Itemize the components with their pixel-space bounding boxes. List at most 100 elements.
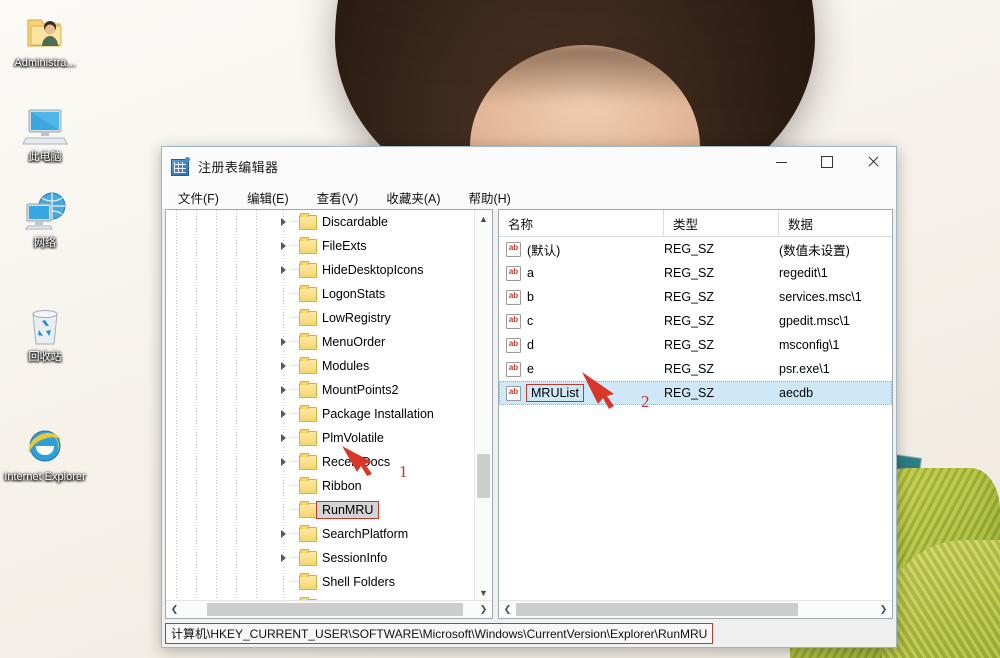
tree-item-package-installation[interactable]: Package Installation xyxy=(166,402,475,426)
tree-expand-toggle[interactable] xyxy=(276,354,290,378)
tree-item-hidedesktopicons[interactable]: HideDesktopIcons xyxy=(166,258,475,282)
tree-item-recentdocs[interactable]: RecentDocs xyxy=(166,450,475,474)
menu-file[interactable]: 文件(F) xyxy=(175,186,222,209)
folder-icon xyxy=(299,239,317,254)
value-type: REG_SZ xyxy=(664,338,779,352)
scroll-right-icon[interactable]: ❯ xyxy=(875,601,892,618)
tree-expand-toggle[interactable] xyxy=(276,234,290,258)
tree-item-label: FileExts xyxy=(322,239,366,253)
tree-item-label: PlmVolatile xyxy=(322,431,384,445)
table-row[interactable]: abaREG_SZregedit\1 xyxy=(499,261,892,285)
folder-icon xyxy=(299,479,317,494)
value-type: REG_SZ xyxy=(664,266,779,280)
scroll-left-icon[interactable]: ❮ xyxy=(499,601,516,618)
folder-icon xyxy=(299,575,317,590)
computer-icon xyxy=(2,100,88,148)
value-type: REG_SZ xyxy=(664,362,779,376)
value-data: psr.exe\1 xyxy=(779,362,892,376)
column-header-name[interactable]: 名称 xyxy=(499,210,664,236)
tree-expand-toggle[interactable] xyxy=(276,546,290,570)
tree-item-label: LogonStats xyxy=(322,287,385,301)
scroll-down-icon[interactable]: ▼ xyxy=(475,584,492,601)
close-button[interactable] xyxy=(850,147,896,177)
tree-item-menuorder[interactable]: MenuOrder xyxy=(166,330,475,354)
table-row[interactable]: abbREG_SZservices.msc\1 xyxy=(499,285,892,309)
tree-item-label: SearchPlatform xyxy=(322,527,408,541)
tree-item-searchplatform[interactable]: SearchPlatform xyxy=(166,522,475,546)
tree-expand-toggle[interactable] xyxy=(276,522,290,546)
menu-bar: 文件(F) 编辑(E) 查看(V) 收藏夹(A) 帮助(H) xyxy=(162,185,896,209)
tree-item-label: Modules xyxy=(322,359,369,373)
table-row[interactable]: ab(默认)REG_SZ(数值未设置) xyxy=(499,237,892,261)
tree-connector xyxy=(291,461,298,462)
tree-item-modules[interactable]: Modules xyxy=(166,354,475,378)
tree-connector xyxy=(291,221,298,222)
folder-icon xyxy=(299,359,317,374)
tree-item-logonstats[interactable]: LogonStats xyxy=(166,282,475,306)
folder-icon xyxy=(299,527,317,542)
maximize-button[interactable] xyxy=(804,147,850,177)
minimize-button[interactable] xyxy=(758,147,804,177)
table-row[interactable]: abeREG_SZpsr.exe\1 xyxy=(499,357,892,381)
chevron-right-icon xyxy=(281,554,286,562)
tree-connector xyxy=(291,485,298,486)
column-header-data[interactable]: 数据 xyxy=(779,210,892,236)
table-row[interactable]: abdREG_SZmsconfig\1 xyxy=(499,333,892,357)
chevron-right-icon xyxy=(281,434,286,442)
registry-values-list[interactable]: 名称 类型 数据 ab(默认)REG_SZ(数值未设置)abaREG_SZreg… xyxy=(499,210,892,601)
list-horizontal-scrollbar[interactable]: ❮ ❯ xyxy=(499,600,892,618)
desktop-icon-this-pc[interactable]: 此电脑 xyxy=(2,100,88,164)
tree-item-ribbon[interactable]: Ribbon xyxy=(166,474,475,498)
chevron-right-icon xyxy=(281,266,286,274)
folder-icon xyxy=(299,263,317,278)
desktop-icon-network[interactable]: 网络 xyxy=(2,186,88,250)
tree-item-label: RunMRU xyxy=(317,502,378,518)
maximize-icon xyxy=(821,156,833,168)
table-row[interactable]: abcREG_SZgpedit.msc\1 xyxy=(499,309,892,333)
tree-expand-toggle[interactable] xyxy=(276,330,290,354)
tree-expand-toggle[interactable] xyxy=(276,210,290,234)
tree-item-label: SessionInfo xyxy=(322,551,387,565)
folder-icon xyxy=(299,383,317,398)
tree-expand-toggle[interactable] xyxy=(276,378,290,402)
chevron-right-icon xyxy=(281,362,286,370)
tree-item-shell-folders[interactable]: Shell Folders xyxy=(166,570,475,594)
tree-item-fileexts[interactable]: FileExts xyxy=(166,234,475,258)
desktop-icon-recycle-bin[interactable]: 回收站 xyxy=(2,300,88,364)
tree-connector xyxy=(291,509,298,510)
tree-expand-toggle[interactable] xyxy=(276,426,290,450)
tree-expand-toggle[interactable] xyxy=(276,258,290,282)
tree-hscroll-thumb[interactable] xyxy=(207,603,463,616)
tree-item-sessioninfo[interactable]: SessionInfo xyxy=(166,546,475,570)
tree-item-mountpoints2[interactable]: MountPoints2 xyxy=(166,378,475,402)
column-header-type[interactable]: 类型 xyxy=(664,210,779,236)
tree-horizontal-scrollbar[interactable]: ❮ ❯ xyxy=(166,600,492,618)
value-name: c xyxy=(527,314,533,328)
menu-edit[interactable]: 编辑(E) xyxy=(244,186,292,209)
scroll-right-icon[interactable]: ❯ xyxy=(475,601,492,618)
folder-icon xyxy=(299,215,317,230)
desktop-icon-internet-explorer[interactable]: Internet Explorer xyxy=(2,420,88,484)
menu-view[interactable]: 查看(V) xyxy=(314,186,362,209)
string-value-icon: ab xyxy=(506,290,521,305)
tree-item-discardable[interactable]: Discardable xyxy=(166,210,475,234)
menu-favorites[interactable]: 收藏夹(A) xyxy=(383,186,443,209)
tree-item-label: Discardable xyxy=(322,215,388,229)
list-header-row: 名称 类型 数据 xyxy=(499,210,892,237)
tree-expand-toggle[interactable] xyxy=(276,402,290,426)
scroll-up-icon[interactable]: ▲ xyxy=(475,210,492,227)
tree-expand-toggle[interactable] xyxy=(276,450,290,474)
tree-vertical-scrollbar[interactable]: ▲ ▼ xyxy=(474,210,492,601)
table-row[interactable]: abMRUListREG_SZaecdb xyxy=(499,381,892,405)
menu-help[interactable]: 帮助(H) xyxy=(465,186,513,209)
tree-item-runmru[interactable]: RunMRU xyxy=(166,498,475,522)
list-hscroll-thumb[interactable] xyxy=(516,603,798,616)
tree-scroll-thumb[interactable] xyxy=(477,454,490,498)
registry-tree[interactable]: Discardable FileExts HideDesktopIcons Logon… xyxy=(166,210,475,601)
tree-item-lowregistry[interactable]: LowRegistry xyxy=(166,306,475,330)
window-titlebar[interactable]: 注册表编辑器 xyxy=(162,147,896,185)
desktop-icon-administrator[interactable]: Administra... xyxy=(2,6,88,70)
tree-item-plmvolatile[interactable]: PlmVolatile xyxy=(166,426,475,450)
registry-editor-window: 注册表编辑器 文件(F) 编辑(E) 查看(V) 收藏夹(A) 帮助(H) xyxy=(161,146,897,648)
scroll-left-icon[interactable]: ❮ xyxy=(166,601,183,618)
